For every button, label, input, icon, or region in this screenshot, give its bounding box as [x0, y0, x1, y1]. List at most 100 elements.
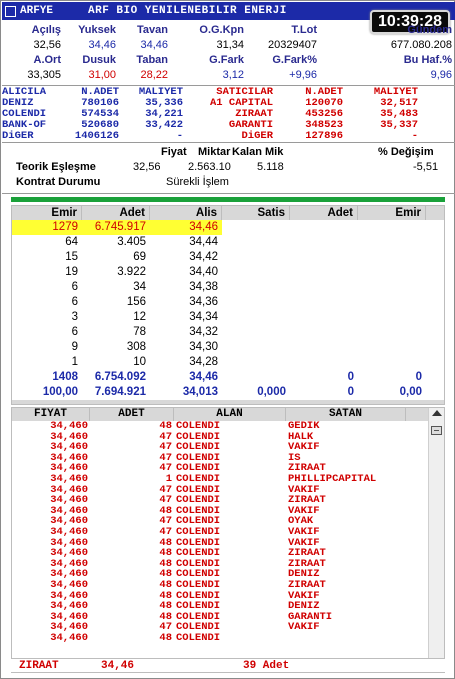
- depth-satis: [222, 265, 290, 280]
- trade-row[interactable]: 34,460 48 COLENDI ZIRAAT: [12, 580, 444, 591]
- trade-row[interactable]: 34,460 48 COLENDI DENIZ: [12, 569, 444, 580]
- depth-row[interactable]: 6 78 34,32: [12, 325, 444, 340]
- trade-seller: VAKIF: [288, 484, 320, 496]
- trade-qty: 1: [165, 473, 172, 485]
- depth-alis: 34,30: [189, 341, 218, 353]
- trade-row[interactable]: 34,460 48 COLENDI VAKIF: [12, 591, 444, 602]
- trade-row[interactable]: 34,460 48 COLENDI ZIRAAT: [12, 548, 444, 559]
- trade-row[interactable]: 34,460 47 COLENDI VAKIF: [12, 442, 444, 453]
- value-acilis: 32,56: [33, 39, 61, 51]
- broker-row[interactable]: BANK-OF 520680 33,422 GARANTI 348523 35,…: [2, 120, 455, 131]
- depth-satis: [222, 355, 290, 370]
- trade-buyer: COLENDI: [176, 622, 221, 633]
- trade-qty: 47: [159, 516, 172, 527]
- trade-row[interactable]: 34,460 47 COLENDI VAKIF: [12, 527, 444, 538]
- depth-emir: 6: [71, 281, 78, 293]
- trade-row[interactable]: 34,460 1 COLENDI PHILLIPCAPITAL: [12, 474, 444, 485]
- trade-price: 34,460: [50, 431, 88, 443]
- trade-price: 34,460: [50, 579, 88, 591]
- depth-sell-emir: [358, 250, 426, 265]
- depth-row[interactable]: 15 69 34,42: [12, 250, 444, 265]
- trade-price: 34,460: [50, 601, 88, 612]
- value-yuksek: 34,46: [88, 39, 116, 51]
- depth-row[interactable]: 6 156 34,36: [12, 295, 444, 310]
- theo-values: Teorik Eşleşme 32,56 2.563.10 5.118 -5,5…: [2, 160, 455, 175]
- label-gfark-pct: G.Fark%: [272, 54, 317, 66]
- trade-row[interactable]: 34,460 48 COLENDI: [12, 633, 444, 644]
- scroll-thumb[interactable]: [431, 426, 442, 435]
- depth-total-row: 1408 6.754.092 34,46 0 0: [12, 370, 444, 385]
- broker-row[interactable]: DiGER 1406126 - DiGER 127896 -: [2, 131, 455, 142]
- label-acilis: Açılış: [31, 24, 61, 36]
- market-depth: Emir Adet Alis Satis Adet Emir 1279 6.745…: [11, 205, 445, 405]
- depth-row[interactable]: 3 12 34,34: [12, 310, 444, 325]
- depth-adet: 34: [133, 281, 146, 293]
- trade-row[interactable]: 34,460 47 COLENDI ZIRAAT: [12, 495, 444, 506]
- depth-sell-emir: [358, 265, 426, 280]
- trade-price: 34,460: [50, 463, 88, 474]
- depth-sell-emir: [358, 235, 426, 250]
- depth-row[interactable]: 1279 6.745.917 34,46: [12, 220, 444, 235]
- depth-row[interactable]: 1 10 34,28: [12, 355, 444, 370]
- depth-average-row: 100,00 7.694.921 34,013 0,000 0 0,00: [12, 385, 444, 400]
- depth-adet: 3.922: [117, 266, 146, 278]
- depth-row[interactable]: 19 3.922 34,40: [12, 265, 444, 280]
- depth-emir: 6: [71, 326, 78, 338]
- trade-qty: 48: [159, 505, 172, 517]
- trade-row[interactable]: 34,460 47 COLENDI ZIRAAT: [12, 463, 444, 474]
- trade-row[interactable]: 34,460 47 COLENDI OYAK: [12, 516, 444, 527]
- trade-price: 34,460: [50, 632, 88, 644]
- trade-price: 34,460: [50, 473, 88, 485]
- seller-maliyet: -: [411, 130, 418, 142]
- depth-alis: 34,46: [150, 220, 222, 235]
- theo-fiyat: 32,56: [133, 161, 161, 173]
- trade-row[interactable]: 34,460 47 COLENDI HALK: [12, 432, 444, 443]
- depth-satis: [222, 280, 290, 295]
- col-satan: SATAN: [286, 408, 406, 421]
- trade-row[interactable]: 34,460 48 COLENDI VAKIF: [12, 506, 444, 517]
- avg-sell-adet: 0: [347, 386, 354, 398]
- trade-row[interactable]: 34,460 48 COLENDI VAKIF: [12, 538, 444, 549]
- trade-price: 34,460: [50, 611, 88, 623]
- depth-adet: 78: [133, 326, 146, 338]
- depth-row[interactable]: 64 3.405 34,44: [12, 235, 444, 250]
- scroll-up-icon[interactable]: [432, 410, 442, 416]
- trade-row[interactable]: 34,460 48 COLENDI DENIZ: [12, 601, 444, 612]
- depth-header: Emir Adet Alis Satis Adet Emir: [12, 206, 444, 220]
- col-alis: Alis: [150, 206, 222, 220]
- trade-seller: [286, 633, 406, 644]
- value-gfark-pct: +9,96: [289, 69, 317, 81]
- broker-summary: ALICILA N.ADET MALIYET SATICILAR N.ADET …: [2, 87, 455, 142]
- trade-row[interactable]: 34,460 48 COLENDI ZIRAAT: [12, 559, 444, 570]
- depth-sell-emir: [358, 295, 426, 310]
- trade-row[interactable]: 34,460 47 COLENDI VAKIF: [12, 622, 444, 633]
- col-adet: ADET: [90, 408, 174, 421]
- trade-buyer: COLENDI: [176, 537, 221, 549]
- trade-qty: 48: [159, 558, 172, 570]
- trade-buyer: COLENDI: [176, 558, 221, 570]
- label-gundem: Gündem: [407, 24, 452, 36]
- trade-qty: 48: [159, 421, 172, 432]
- window: ARFYE ARF BIO YENILENEBILIR ENERJI 10:39…: [0, 0, 455, 679]
- trade-row[interactable]: 34,460 48 COLENDI GEDIK: [12, 421, 444, 432]
- trade-seller: VAKIF: [288, 442, 320, 453]
- trade-seller: IS: [288, 452, 301, 464]
- total-adet: 6.754.092: [94, 371, 146, 383]
- depth-sell-adet: [290, 220, 358, 235]
- trade-list[interactable]: FIYAT ADET ALAN SATAN 34,460 48 COLENDI GED…: [11, 407, 445, 659]
- trade-scrollbar[interactable]: [428, 408, 444, 658]
- depth-sell-adet: [290, 295, 358, 310]
- trade-row[interactable]: 34,460 47 COLENDI IS: [12, 453, 444, 464]
- value-tavan: 34,46: [140, 39, 168, 51]
- window-menu-icon[interactable]: [5, 5, 16, 17]
- trade-row[interactable]: 34,460 48 COLENDI GARANTI: [12, 612, 444, 623]
- label-aort: A.Ort: [33, 54, 62, 66]
- depth-sell-adet: [290, 325, 358, 340]
- label-tavan: Tavan: [137, 24, 168, 36]
- trade-row[interactable]: 34,460 47 COLENDI VAKIF: [12, 485, 444, 496]
- depth-row[interactable]: 9 308 34,30: [12, 340, 444, 355]
- depth-sell-emir: [358, 325, 426, 340]
- depth-sell-emir: [358, 355, 426, 370]
- depth-row[interactable]: 6 34 34,38: [12, 280, 444, 295]
- depth-sell-adet: [290, 310, 358, 325]
